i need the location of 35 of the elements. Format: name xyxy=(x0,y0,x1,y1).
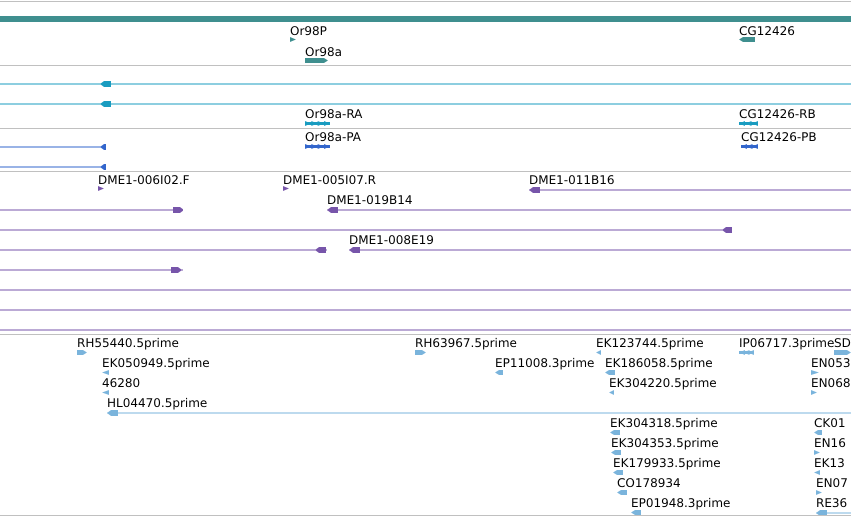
feature-label: RE36 xyxy=(816,496,848,510)
feature-label: CK01 xyxy=(814,416,846,430)
feature-label: EN07 xyxy=(816,476,848,490)
feature-label: Or98a xyxy=(305,45,342,59)
feature-label: EK304220.5prime xyxy=(609,376,717,390)
feature-label: RH55440.5prime xyxy=(77,336,179,350)
feature-label: DME1-008E19 xyxy=(349,233,434,247)
feature-label: CG12426-RB xyxy=(739,107,816,121)
feature-label: EK050949.5prime xyxy=(102,356,210,370)
feature-label: Or98P xyxy=(290,24,327,38)
feature-label: EN053 xyxy=(811,356,850,370)
feature-label: DME1-011B16 xyxy=(529,173,615,187)
feature-label: Or98a-PA xyxy=(305,130,362,144)
feature-label: EP01948.3prime xyxy=(631,496,730,510)
feature-label: EK179933.5prime xyxy=(613,456,721,470)
feature-label: CO178934 xyxy=(617,476,681,490)
feature-label: EN16 xyxy=(814,436,846,450)
feature-label: RH63967.5prime xyxy=(415,336,517,350)
feature-label: CG12426-PB xyxy=(741,130,817,144)
feature-label: DME1-019B14 xyxy=(327,193,413,207)
feature-label: EK186058.5prime xyxy=(605,356,713,370)
feature-label: SD xyxy=(834,336,851,350)
feature-label: EK123744.5prime xyxy=(596,336,704,350)
feature-label: EP11008.3prime xyxy=(495,356,594,370)
feature-label: IP06717.3prime xyxy=(739,336,834,350)
feature-label: Or98a-RA xyxy=(305,107,362,121)
feature-label: CG12426 xyxy=(739,24,795,38)
feature-label: EK304318.5prime xyxy=(610,416,718,430)
feature-label: EN068 xyxy=(811,376,850,390)
feature-label: DME1-006I02.F xyxy=(98,173,190,187)
feature-label: 46280 xyxy=(102,376,140,390)
feature-label: DME1-005I07.R xyxy=(283,173,376,187)
feature-label: HL04470.5prime xyxy=(107,396,208,410)
feature-label: EK13 xyxy=(814,456,845,470)
feature-label: EK304353.5prime xyxy=(611,436,719,450)
